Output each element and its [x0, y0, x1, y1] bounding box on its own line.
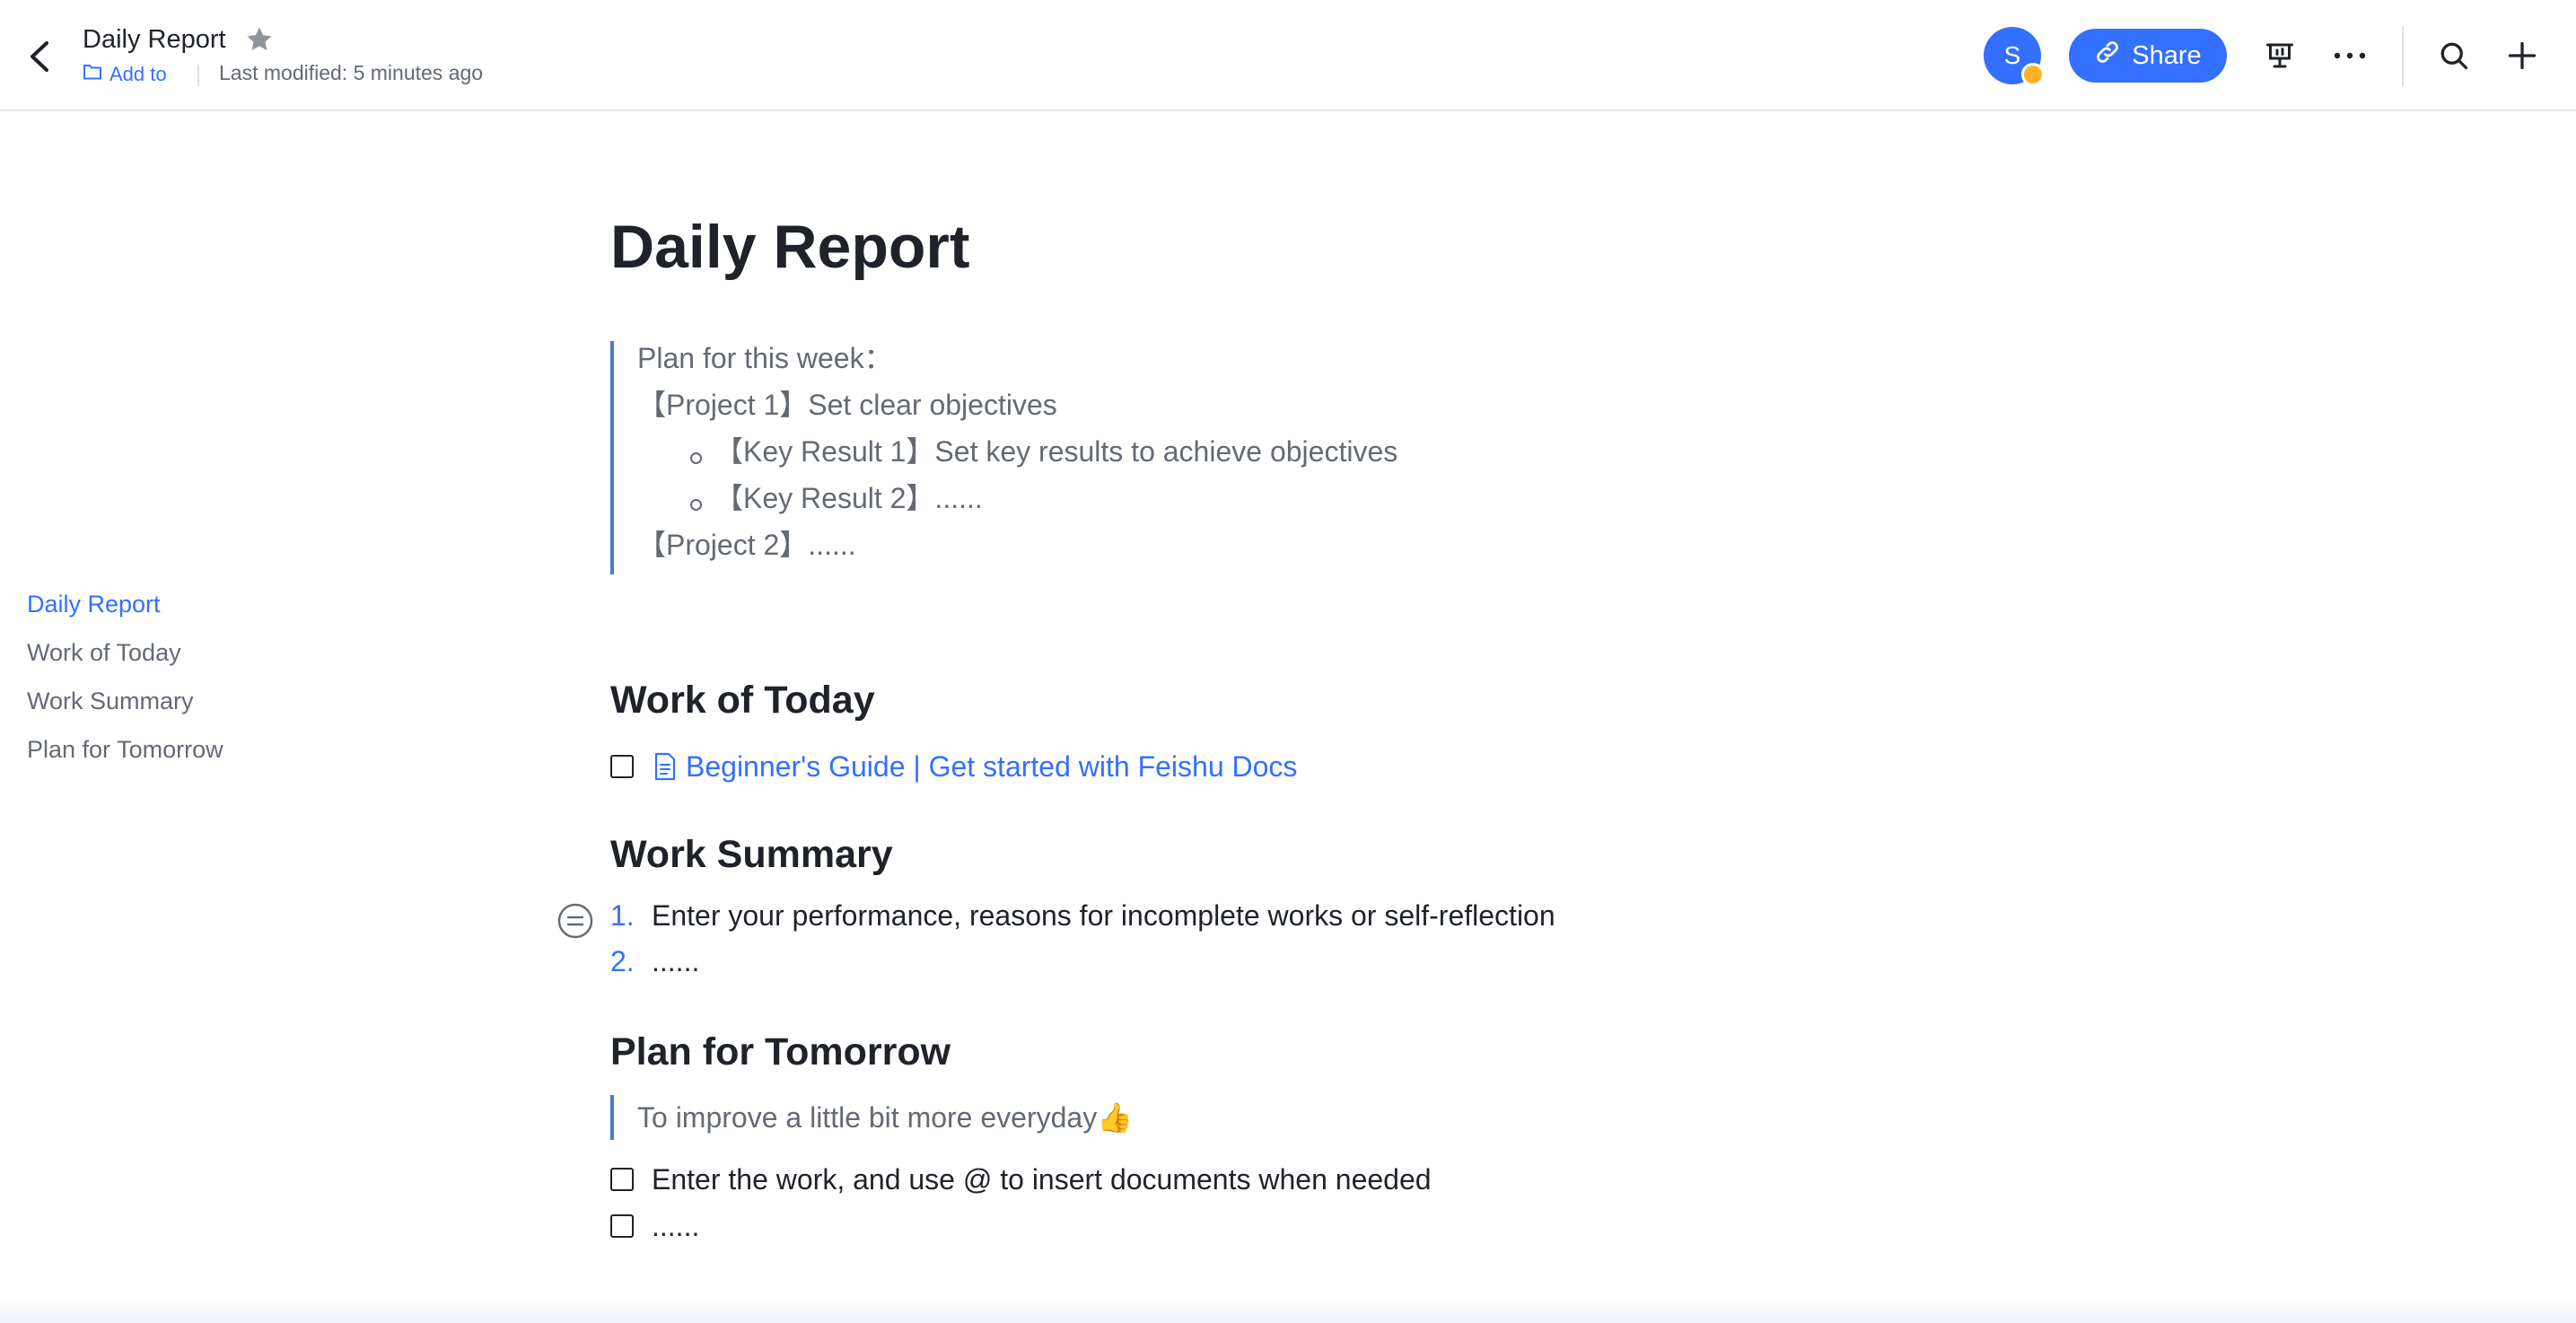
star-icon[interactable] [244, 24, 275, 55]
document-title[interactable]: Daily Report [83, 25, 226, 55]
add-to-button[interactable]: Add to [83, 63, 167, 86]
outline-item-work-summary[interactable]: Work Summary [27, 680, 223, 729]
back-arrow-icon[interactable] [23, 36, 59, 77]
outline-item-work-of-today[interactable]: Work of Today [27, 632, 223, 680]
list-item[interactable]: 1. Enter your performance, reasons for i… [610, 899, 1555, 933]
add-icon[interactable] [2501, 34, 2544, 77]
task-text[interactable]: Enter the work, and use @ to insert docu… [652, 1163, 1432, 1196]
document-link[interactable]: Beginner's Guide | Get started with Feis… [686, 750, 1297, 784]
document-outline: Daily Report Work of Today Work Summary … [27, 583, 223, 777]
quote-line: 【Key Result 2】...... [714, 482, 983, 514]
add-to-label: Add to [110, 63, 167, 85]
folder-icon [83, 63, 102, 86]
outline-item-plan-for-tomorrow[interactable]: Plan for Tomorrow [27, 729, 223, 777]
task-checkbox[interactable] [610, 1214, 634, 1238]
list-number: 2. [610, 945, 635, 977]
motto-quote-block[interactable]: To improve a little bit more everyday👍 [610, 1095, 1133, 1140]
quote-line: 【Project 1】Set clear objectives [637, 389, 1057, 421]
presence-status-dot [2021, 63, 2045, 86]
block-handle-icon[interactable] [556, 902, 594, 940]
heading-work-of-today[interactable]: Work of Today [610, 679, 875, 723]
document-icon [653, 752, 677, 781]
avatar[interactable]: S [1984, 27, 2045, 86]
avatar-initial: S [2003, 41, 2021, 69]
link-icon [2094, 39, 2121, 73]
divider [197, 65, 199, 86]
search-icon[interactable] [2432, 34, 2475, 77]
page-title[interactable]: Daily Report [610, 212, 970, 282]
task-checkbox[interactable] [610, 1168, 634, 1191]
list-item[interactable]: 2. ...... [610, 945, 699, 978]
share-label: Share [2132, 40, 2202, 70]
last-modified-text: Last modified: 5 minutes ago [219, 61, 484, 84]
bullet-icon [690, 452, 702, 464]
task-row: Beginner's Guide | Get started with Feis… [610, 747, 1297, 786]
list-item-text: ...... [652, 945, 700, 977]
task-text[interactable]: ...... [652, 1210, 699, 1243]
quote-line: Plan for this week： [637, 342, 893, 374]
list-number: 1. [610, 899, 635, 932]
plan-quote-block[interactable]: Plan for this week： 【Project 1】Set clear… [610, 341, 1598, 574]
quote-line: 【Key Result 1】Set key results to achieve… [714, 435, 1398, 468]
outline-item-daily-report[interactable]: Daily Report [27, 583, 223, 632]
task-row: Enter the work, and use @ to insert docu… [610, 1160, 1432, 1199]
top-bar: Daily Report Add to Last modified: 5 min… [0, 0, 2576, 111]
list-item-text: Enter your performance, reasons for inco… [652, 899, 1555, 932]
heading-plan-for-tomorrow[interactable]: Plan for Tomorrow [610, 1030, 951, 1074]
heading-work-summary[interactable]: Work Summary [610, 833, 893, 877]
task-checkbox[interactable] [610, 755, 634, 778]
task-row: ...... [610, 1206, 699, 1246]
share-button[interactable]: Share [2069, 29, 2227, 83]
bottom-fade [0, 1296, 2576, 1323]
toolbar-divider [2402, 27, 2404, 86]
presentation-icon[interactable] [2258, 34, 2301, 77]
bullet-icon [690, 499, 702, 511]
quote-line: 【Project 2】...... [637, 529, 856, 561]
more-options-icon[interactable] [2328, 34, 2371, 77]
